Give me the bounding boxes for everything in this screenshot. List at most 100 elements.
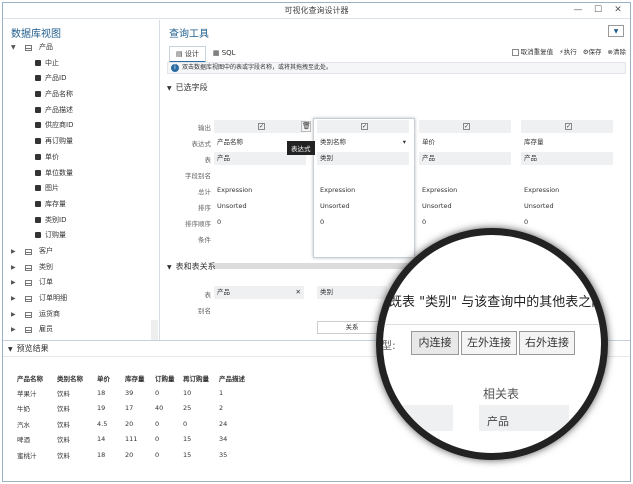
grid-cell[interactable]: Unsorted — [214, 200, 306, 213]
tree-item[interactable]: ▶ 雇员 — [3, 322, 159, 338]
grid-cell[interactable]: Expression — [317, 184, 409, 197]
table-row[interactable]: 苹果汁 饮料 18 39 0 10 1 — [17, 385, 259, 401]
grid-cell[interactable]: 0 — [419, 216, 511, 229]
grid-cell[interactable]: 0 — [317, 216, 409, 229]
clear-button[interactable]: ⊗清除 — [608, 46, 626, 56]
tree-item[interactable]: 单位数量 — [3, 166, 159, 182]
close-icon[interactable]: ✕ — [296, 286, 301, 299]
grid-cell[interactable] — [521, 168, 613, 181]
tree-item[interactable]: ▶ 订单明细 — [3, 291, 159, 307]
grid-cell[interactable] — [317, 168, 409, 181]
tree-item[interactable]: 产品ID — [3, 71, 159, 87]
grid-cell[interactable]: Unsorted — [521, 200, 613, 213]
maximize-button[interactable]: ☐ — [588, 3, 608, 17]
right-outer-join-button[interactable]: 右外连接 — [519, 331, 575, 355]
grid-cell[interactable] — [419, 168, 511, 181]
grid-cell[interactable]: 产品 — [419, 152, 511, 165]
tree-scrollbar[interactable] — [151, 320, 158, 340]
inner-join-button[interactable]: 内连接 — [411, 331, 459, 355]
grid-cell-value: 产品 — [524, 154, 537, 162]
tree-item[interactable]: ▼ 产品 — [3, 40, 159, 56]
title-bar: 可视化查询设计器 — ☐ ✕ — [3, 3, 630, 19]
table-row[interactable]: 蜜桃汁 饮料 18 20 0 15 35 — [17, 447, 259, 463]
tree-item[interactable]: ▶ 客户 — [3, 244, 159, 260]
grid-cell[interactable]: Unsorted — [419, 200, 511, 213]
output-checkbox[interactable]: ✓ — [361, 123, 368, 130]
relation-table1-field[interactable]: 产品 ✕ — [214, 286, 304, 299]
tree-item[interactable]: 图片 — [3, 181, 159, 197]
chevron-down-icon[interactable]: ▼ — [608, 25, 624, 37]
minimize-button[interactable]: — — [568, 3, 588, 17]
tree-item[interactable]: 单价 — [3, 150, 159, 166]
grid-cell[interactable]: 库存量 — [521, 136, 613, 149]
table-icon — [25, 248, 32, 255]
close-button[interactable]: ✕ — [608, 3, 628, 17]
execute-button[interactable]: ⚡执行 — [559, 46, 577, 56]
tree-item[interactable]: ▶ 订单 — [3, 275, 159, 291]
chevron-right-icon[interactable]: ▶ — [11, 275, 16, 291]
grid-cell[interactable]: Expression — [521, 184, 613, 197]
tree-item[interactable]: ▶ 运货商 — [3, 307, 159, 323]
tree-item[interactable]: 供应商ID — [3, 118, 159, 134]
save-button[interactable]: ⚙保存 — [583, 46, 602, 56]
tree-item[interactable]: 类别ID — [3, 213, 159, 229]
window-controls: — ☐ ✕ — [568, 3, 628, 17]
preview-column-header[interactable]: 产品描述 — [219, 371, 259, 385]
table-cell: 汽水 — [17, 420, 30, 429]
tree-item[interactable]: 中止 — [3, 56, 159, 72]
chevron-right-icon[interactable]: ▶ — [11, 291, 16, 307]
grid-cell[interactable]: Unsorted — [317, 200, 409, 213]
tree-item[interactable]: ▶ 类别 — [3, 260, 159, 276]
grid-cell[interactable]: 类别 — [317, 152, 409, 165]
tree-item[interactable]: 产品名称 — [3, 87, 159, 103]
database-tree: ▼ 产品 中止 产品ID 产品名称 产品描述 供应商ID 再订购量 单价 单位数量 图片 库存量 类别I… — [3, 40, 159, 338]
chevron-right-icon[interactable]: ▶ — [11, 244, 16, 260]
chevron-right-icon[interactable]: ▶ — [11, 307, 16, 323]
grid-cell[interactable]: 0 — [214, 216, 306, 229]
preview-column-header[interactable]: 产品名称 — [17, 371, 57, 385]
chevron-right-icon[interactable]: ▶ — [11, 322, 16, 338]
preview-column-header[interactable]: 订购量 — [155, 371, 183, 385]
grid-cell[interactable] — [214, 232, 306, 245]
grid-cell[interactable]: ✓ — [214, 120, 306, 133]
grid-cell[interactable]: Expression — [214, 184, 306, 197]
preview-column-header[interactable]: 库存量 — [125, 371, 155, 385]
chevron-down-icon[interactable]: ▼ — [11, 40, 16, 56]
distinct-checkbox[interactable]: 取消重复值 — [511, 46, 553, 56]
tree-item[interactable]: 订购量 — [3, 228, 159, 244]
preview-column-header[interactable]: 再订购量 — [183, 371, 219, 385]
grid-cell[interactable] — [214, 168, 306, 181]
grid-cell[interactable]: 单价 — [419, 136, 511, 149]
table-row[interactable]: 啤酒 饮料 14 111 0 15 34 — [17, 432, 259, 448]
tree-item[interactable]: 再订购量 — [3, 134, 159, 150]
tree-item[interactable]: 产品描述 — [3, 103, 159, 119]
grid-cell[interactable]: 0 — [521, 216, 613, 229]
output-checkbox[interactable]: ✓ — [565, 123, 572, 130]
grid-cell[interactable]: ✓ — [419, 120, 511, 133]
chevron-right-icon[interactable]: ▶ — [11, 260, 16, 276]
preview-column-header[interactable]: 单价 — [97, 371, 125, 385]
relations-header[interactable]: ▼ 表和表关系 — [167, 261, 216, 272]
grid-cell-value: 0 — [320, 218, 325, 226]
tab-design[interactable]: ▤ 设计 — [169, 46, 206, 63]
relation-table2-field[interactable]: 类别 — [317, 286, 387, 299]
left-outer-join-button[interactable]: 左外连接 — [461, 331, 517, 355]
output-checkbox[interactable]: ✓ — [258, 123, 265, 130]
table-row[interactable]: 汽水 饮料 4.5 20 0 0 24 — [17, 416, 259, 432]
table-cell: 40 — [155, 404, 164, 413]
grid-cell[interactable]: 类别名称 ▾ — [317, 136, 409, 149]
selected-fields-header[interactable]: ▼ 已选字段 — [167, 82, 208, 93]
output-checkbox[interactable]: ✓ — [463, 123, 470, 130]
grid-cell[interactable]: ✓ — [317, 120, 409, 133]
grid-cell[interactable]: 产品 — [521, 152, 613, 165]
delete-column-icon[interactable]: 🗑 — [301, 121, 311, 132]
tree-item[interactable]: 库存量 — [3, 197, 159, 213]
preview-column-header[interactable]: 类别名称 — [57, 371, 97, 385]
table-row[interactable]: 牛奶 饮料 19 17 40 25 2 — [17, 401, 259, 417]
grid-cell[interactable]: Expression — [419, 184, 511, 197]
chevron-down-icon: ▼ — [167, 264, 172, 271]
tab-sql[interactable]: ▦ SQL — [206, 46, 243, 63]
grid-cell[interactable]: ✓ — [521, 120, 613, 133]
grid-row-label: 总计 — [198, 188, 211, 196]
chevron-down-icon[interactable]: ▾ — [403, 136, 406, 149]
